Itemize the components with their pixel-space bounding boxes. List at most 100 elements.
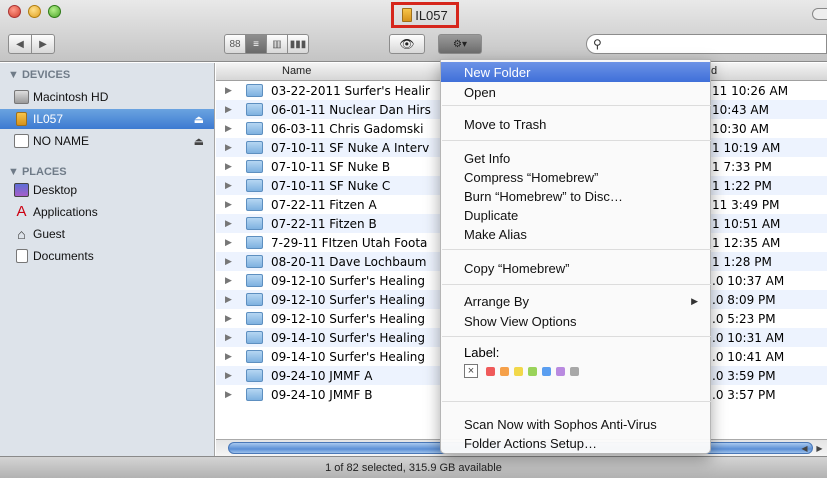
folder-icon <box>246 217 263 230</box>
disclosure-triangle-icon[interactable]: ▶ <box>225 161 232 172</box>
back-button[interactable]: ◀ <box>8 34 32 54</box>
disclosure-triangle-icon[interactable]: ▶ <box>225 199 232 210</box>
window-title: IL057 <box>391 2 459 28</box>
disclosure-triangle-icon[interactable]: ▶ <box>225 180 232 191</box>
disclosure-triangle-icon[interactable]: ▶ <box>225 104 232 115</box>
menu-item-open[interactable]: Open <box>441 82 710 102</box>
menu-item-move-to-trash[interactable]: Move to Trash <box>441 114 710 134</box>
menu-item-make-alias[interactable]: Make Alias <box>441 224 710 244</box>
window-title-text: IL057 <box>415 7 448 23</box>
folder-icon <box>246 255 263 268</box>
folder-icon <box>246 179 263 192</box>
search-field[interactable]: ⚲ <box>586 34 827 54</box>
sidebar-item-no-name[interactable]: NO NAME ⏏ <box>0 131 214 151</box>
sidebar-item-label: Desktop <box>33 183 78 197</box>
date-modified: 1 1:22 PM <box>712 178 772 193</box>
disclosure-triangle-icon[interactable]: ▶ <box>225 389 232 400</box>
scroll-arrows[interactable]: ◀ ▶ <box>797 440 827 456</box>
file-name: 03-22-2011 Surfer's Healir <box>271 83 430 98</box>
desktop-icon <box>14 183 29 197</box>
name-column-header[interactable]: Name <box>282 65 311 77</box>
menu-item-folder-actions-setup[interactable]: Folder Actions Setup… <box>441 433 710 453</box>
menu-item-compress[interactable]: Compress “Homebrew” <box>441 167 710 187</box>
menu-item-get-info[interactable]: Get Info <box>441 148 710 168</box>
file-name: 09-12-10 Surfer's Healing <box>271 311 425 326</box>
label-color-swatch[interactable] <box>486 366 495 376</box>
sidebar-item-il057[interactable]: IL057 ⏏ <box>0 109 214 129</box>
sidebar: ▼ DEVICES Macintosh HD IL057 ⏏ NO NAME ⏏… <box>0 63 215 456</box>
label-none-button[interactable]: × <box>464 364 478 378</box>
folder-icon <box>246 388 263 401</box>
date-column-header[interactable]: d <box>711 65 717 77</box>
submenu-arrow-icon: ▶ <box>691 295 698 306</box>
file-name: 07-22-11 Fitzen B <box>271 216 377 231</box>
eject-icon[interactable]: ⏏ <box>194 135 204 148</box>
sidebar-item-applications[interactable]: A Applications <box>0 202 214 222</box>
icon-view-button[interactable]: 88 <box>224 34 246 54</box>
sidebar-item-label: Applications <box>33 205 98 219</box>
menu-separator <box>442 284 711 285</box>
sidebar-item-desktop[interactable]: Desktop <box>0 180 214 200</box>
file-name: 09-12-10 Surfer's Healing <box>271 292 425 307</box>
coverflow-view-button[interactable]: ▮▮▮ <box>287 34 309 54</box>
folder-icon <box>246 369 263 382</box>
devices-header[interactable]: ▼ DEVICES <box>8 69 70 81</box>
menu-item-duplicate[interactable]: Duplicate <box>441 205 710 225</box>
label-color-swatch[interactable] <box>556 366 565 376</box>
sidebar-item-guest[interactable]: ⌂ Guest <box>0 224 214 244</box>
close-window-button[interactable] <box>8 5 21 18</box>
disclosure-triangle-icon[interactable]: ▶ <box>225 218 232 229</box>
date-modified: .0 10:37 AM <box>712 273 785 288</box>
disclosure-triangle-icon[interactable]: ▶ <box>225 256 232 267</box>
quick-look-button[interactable]: 👁 <box>389 34 425 54</box>
minimize-window-button[interactable] <box>28 5 41 18</box>
disclosure-triangle-icon[interactable]: ▶ <box>225 142 232 153</box>
label-color-swatch[interactable] <box>514 366 523 376</box>
date-modified: .0 10:41 AM <box>712 349 785 364</box>
date-modified: 11 10:26 AM <box>712 83 789 98</box>
date-modified: 1 10:51 AM <box>712 216 781 231</box>
folder-icon <box>246 312 263 325</box>
forward-button[interactable]: ▶ <box>31 34 55 54</box>
folder-icon <box>246 198 263 211</box>
menu-item-copy[interactable]: Copy “Homebrew” <box>441 258 710 278</box>
menu-item-new-folder[interactable]: New Folder <box>441 62 710 82</box>
menu-separator <box>442 401 711 402</box>
label-color-swatch[interactable] <box>570 366 579 376</box>
zoom-window-button[interactable] <box>48 5 61 18</box>
folder-icon <box>246 274 263 287</box>
disclosure-triangle-icon[interactable]: ▶ <box>225 313 232 324</box>
list-view-button[interactable]: ≡ <box>245 34 267 54</box>
label-color-swatch[interactable] <box>500 366 509 376</box>
toolbar-toggle-button[interactable] <box>812 8 827 20</box>
menu-item-scan-sophos[interactable]: Scan Now with Sophos Anti-Virus <box>441 414 710 434</box>
menu-item-arrange-by[interactable]: Arrange By ▶ <box>441 291 710 311</box>
disclosure-triangle-icon[interactable]: ▶ <box>225 275 232 286</box>
label-color-swatch[interactable] <box>528 366 537 376</box>
menu-separator <box>442 249 711 250</box>
scroll-right-icon[interactable]: ▶ <box>816 444 822 453</box>
sidebar-item-macintosh-hd[interactable]: Macintosh HD <box>0 87 214 107</box>
label-color-swatch[interactable] <box>542 366 551 376</box>
column-view-button[interactable]: ▥ <box>266 34 288 54</box>
date-modified: 1 10:19 AM <box>712 140 781 155</box>
menu-item-show-view-options[interactable]: Show View Options <box>441 311 710 331</box>
file-name: 08-20-11 Dave Lochbaum <box>271 254 427 269</box>
date-modified: 10:30 AM <box>712 121 769 136</box>
disclosure-triangle-icon[interactable]: ▶ <box>225 351 232 362</box>
usb-drive-icon <box>402 8 413 22</box>
disclosure-triangle-icon[interactable]: ▶ <box>225 237 232 248</box>
disclosure-triangle-icon[interactable]: ▶ <box>225 332 232 343</box>
action-button[interactable]: ⚙▾ <box>438 34 482 54</box>
disclosure-triangle-icon[interactable]: ▶ <box>225 294 232 305</box>
places-header[interactable]: ▼ PLACES <box>8 166 67 178</box>
sidebar-item-label: Macintosh HD <box>33 90 109 104</box>
disclosure-triangle-icon[interactable]: ▶ <box>225 370 232 381</box>
folder-icon <box>246 236 263 249</box>
disclosure-triangle-icon[interactable]: ▶ <box>225 123 232 134</box>
eject-icon[interactable]: ⏏ <box>194 113 204 126</box>
disclosure-triangle-icon[interactable]: ▶ <box>225 85 232 96</box>
scroll-left-icon[interactable]: ◀ <box>801 444 807 453</box>
menu-item-burn[interactable]: Burn “Homebrew” to Disc… <box>441 186 710 206</box>
sidebar-item-documents[interactable]: Documents <box>0 246 214 266</box>
